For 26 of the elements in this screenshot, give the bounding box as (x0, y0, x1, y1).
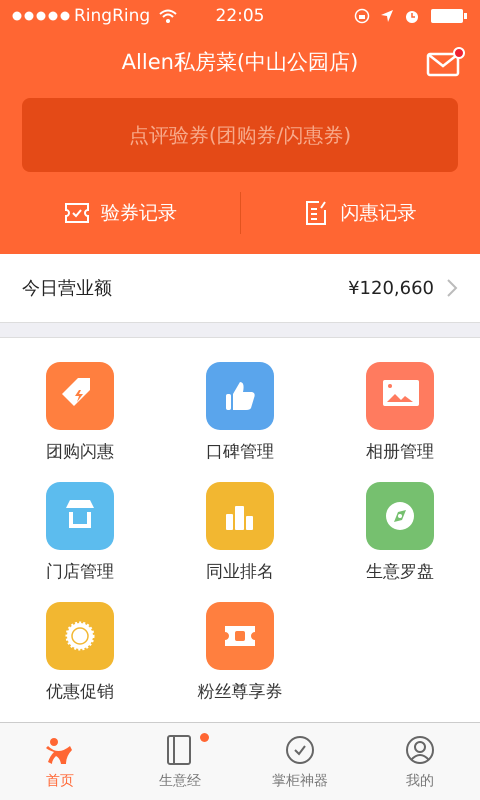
tab-item[interactable]: 我的 (360, 723, 480, 800)
clock-time: 22:05 (214, 6, 266, 26)
feature-item[interactable]: 团购闪惠 (0, 362, 160, 482)
tab-item[interactable]: 掌柜神器 (240, 723, 360, 800)
tab-item[interactable]: 生意经 (120, 723, 240, 800)
tab-icon (284, 734, 316, 766)
feature-item[interactable]: 口碑管理 (160, 362, 320, 482)
store-title: Allen私房菜(中山公园店) (122, 49, 358, 76)
revenue-amount: ¥120,660 (348, 278, 434, 299)
wifi-icon (158, 8, 178, 24)
feature-item[interactable]: 优惠促销 (0, 602, 160, 722)
location-icon (380, 9, 394, 23)
ticket-icon (62, 201, 91, 225)
signal-icon (12, 11, 70, 21)
feature-item[interactable]: 门店管理 (0, 482, 160, 602)
mail-icon[interactable] (426, 46, 466, 78)
alarm-icon (404, 8, 420, 24)
tab-icon (404, 734, 436, 766)
battery-icon (430, 8, 468, 24)
carrier-name: RingRing (74, 6, 150, 26)
feature-item[interactable]: 生意罗盘 (320, 482, 480, 602)
feature-item[interactable]: 同业排名 (160, 482, 320, 602)
feature-item[interactable]: 粉丝尊享券 (160, 602, 320, 722)
lock-rotation-icon (354, 8, 370, 24)
revenue-label: 今日营业额 (22, 278, 112, 300)
feature-item[interactable]: 相册管理 (320, 362, 480, 482)
